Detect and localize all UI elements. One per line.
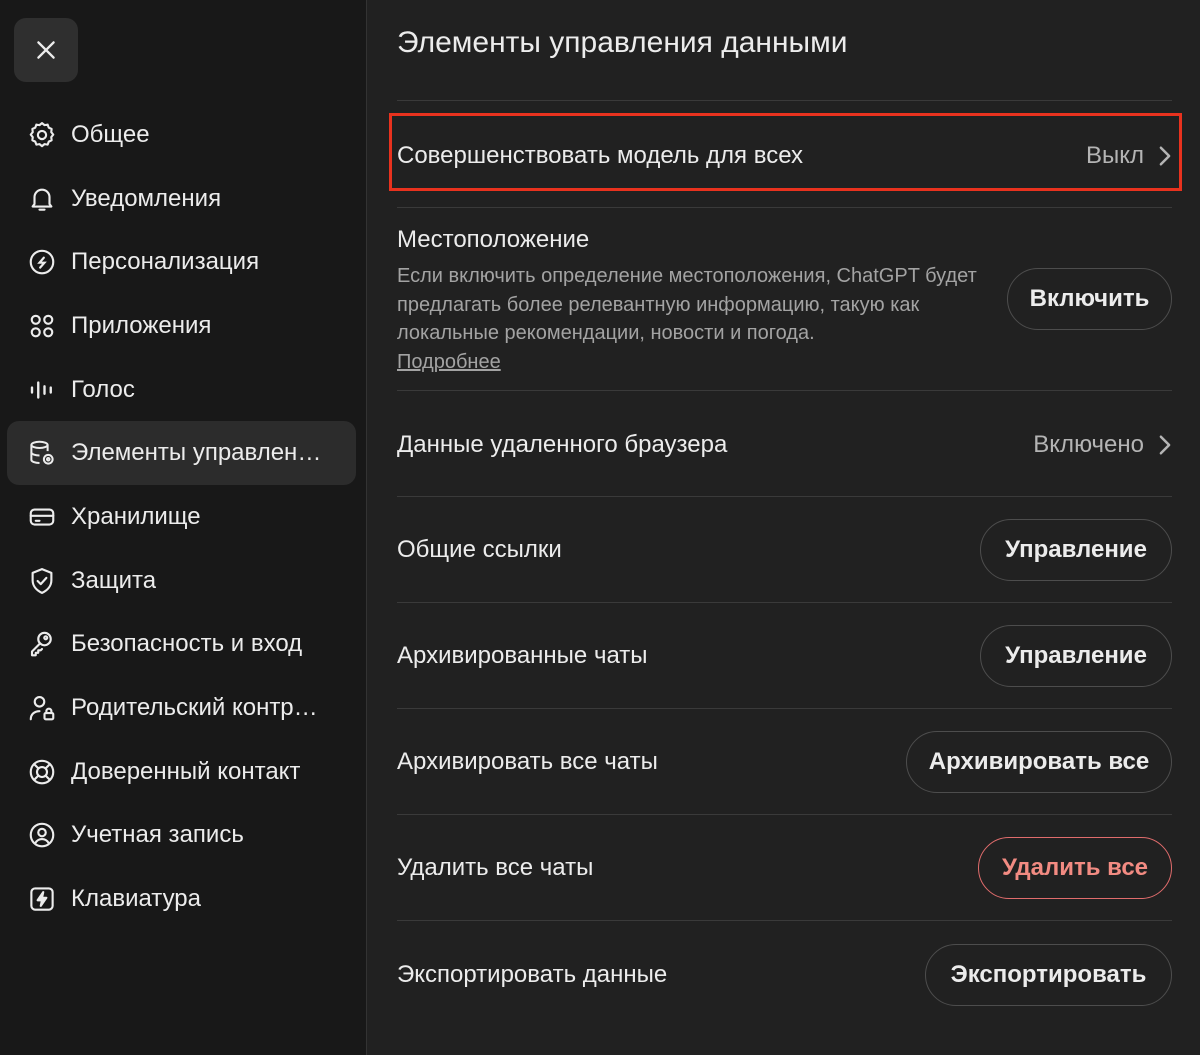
divider <box>397 207 1172 208</box>
manage-archived-chats-button[interactable]: Управление <box>980 625 1172 687</box>
improve-model-status: Выкл <box>1085 142 1144 169</box>
divider <box>397 602 1172 603</box>
sidebar-item-label: Уведомления <box>71 184 222 212</box>
delete-all-button[interactable]: Удалить все <box>978 837 1172 899</box>
archived-chats-row: Архивированные чаты Управление <box>397 623 1172 689</box>
export-button[interactable]: Экспортировать <box>925 944 1172 1006</box>
lightning-icon <box>27 884 57 914</box>
delete-all-row: Удалить все чаты Удалить все <box>397 835 1172 901</box>
voice-waveform-icon <box>27 375 57 405</box>
sidebar-item-apps[interactable]: Приложения <box>7 294 356 358</box>
parent-lock-icon <box>27 693 57 723</box>
sidebar-item-parental-controls[interactable]: Родительский контр… <box>7 676 356 740</box>
key-icon <box>27 629 57 659</box>
location-row: Местоположение Если включить определение… <box>397 226 1172 376</box>
close-button[interactable] <box>14 18 78 82</box>
location-text: Местоположение Если включить определение… <box>397 226 987 376</box>
close-icon <box>37 41 55 59</box>
apps-grid-icon <box>27 311 57 341</box>
sidebar-item-voice[interactable]: Голос <box>7 358 356 422</box>
manage-shared-links-button[interactable]: Управление <box>980 519 1172 581</box>
export-label: Экспортировать данные <box>397 961 668 988</box>
sidebar-item-storage[interactable]: Хранилище <box>7 485 356 549</box>
divider <box>397 814 1172 815</box>
shared-links-row: Общие ссылки Управление <box>397 517 1172 583</box>
remote-browser-status: Включено <box>1033 431 1144 458</box>
user-circle-icon <box>27 820 57 850</box>
export-row: Экспортировать данные Экспортировать <box>397 942 1172 1008</box>
page-title: Элементы управления данными <box>397 26 848 59</box>
archive-all-row: Архивировать все чаты Архивировать все <box>397 729 1172 795</box>
divider <box>397 100 1172 101</box>
sidebar-nav: Общее Уведомления Персонализация Приложе… <box>7 103 356 931</box>
archive-all-button[interactable]: Архивировать все <box>906 731 1172 793</box>
database-gear-icon <box>27 438 57 468</box>
divider <box>397 708 1172 709</box>
sidebar-item-label: Приложения <box>71 311 212 339</box>
shield-check-icon <box>27 566 57 596</box>
improve-model-label: Совершенствовать модель для всех <box>397 142 804 169</box>
sidebar-item-label: Родительский контр… <box>71 694 318 722</box>
sidebar-item-label: Хранилище <box>71 502 201 530</box>
remote-browser-value[interactable]: Включено <box>1033 431 1172 459</box>
sidebar-item-general[interactable]: Общее <box>7 103 356 167</box>
divider <box>397 496 1172 497</box>
enable-location-button[interactable]: Включить <box>1007 268 1172 330</box>
sidebar-item-label: Клавиатура <box>71 885 201 913</box>
personalization-icon <box>27 247 57 277</box>
sidebar-item-label: Доверенный контакт <box>71 757 301 785</box>
gear-icon <box>27 120 57 150</box>
improve-model-value[interactable]: Выкл <box>1086 142 1172 170</box>
divider <box>397 390 1172 391</box>
storage-icon <box>27 502 57 532</box>
shared-links-label: Общие ссылки <box>397 536 562 563</box>
settings-sidebar: Общее Уведомления Персонализация Приложе… <box>0 0 367 1055</box>
sidebar-item-security[interactable]: Безопасность и вход <box>7 613 356 677</box>
sidebar-item-label: Персонализация <box>71 248 260 276</box>
sidebar-item-data-controls[interactable]: Элементы управлен… <box>7 421 356 486</box>
chevron-right-icon <box>1158 434 1172 456</box>
improve-model-row[interactable]: Совершенствовать модель для всех Выкл <box>397 121 1172 191</box>
remote-browser-row[interactable]: Данные удаленного браузера Включено <box>397 410 1172 480</box>
archived-chats-label: Архивированные чаты <box>397 642 648 669</box>
sidebar-item-label: Общее <box>71 120 150 148</box>
location-description-text: Если включить определение местоположения… <box>397 265 977 344</box>
sidebar-item-account[interactable]: Учетная запись <box>7 804 356 868</box>
sidebar-item-personalization[interactable]: Персонализация <box>7 230 356 294</box>
sidebar-item-label: Учетная запись <box>71 821 244 849</box>
learn-more-link[interactable]: Подробнее <box>397 351 501 373</box>
sidebar-item-label: Голос <box>71 375 135 403</box>
location-title: Местоположение <box>397 226 590 253</box>
sidebar-item-label: Элементы управлен… <box>71 439 322 467</box>
lifebuoy-icon <box>27 757 57 787</box>
sidebar-item-protection[interactable]: Защита <box>7 549 356 613</box>
chevron-right-icon <box>1158 145 1172 167</box>
remote-browser-label: Данные удаленного браузера <box>397 431 728 458</box>
sidebar-item-notifications[interactable]: Уведомления <box>7 167 356 231</box>
location-description: Если включить определение местоположения… <box>397 262 987 376</box>
bell-icon <box>27 184 57 214</box>
archive-all-label: Архивировать все чаты <box>397 748 658 775</box>
sidebar-item-label: Защита <box>71 566 157 594</box>
delete-all-label: Удалить все чаты <box>397 854 594 881</box>
sidebar-item-label: Безопасность и вход <box>71 630 303 658</box>
sidebar-item-trusted-contact[interactable]: Доверенный контакт <box>7 740 356 804</box>
sidebar-item-keyboard[interactable]: Клавиатура <box>7 867 356 931</box>
divider <box>397 920 1172 921</box>
